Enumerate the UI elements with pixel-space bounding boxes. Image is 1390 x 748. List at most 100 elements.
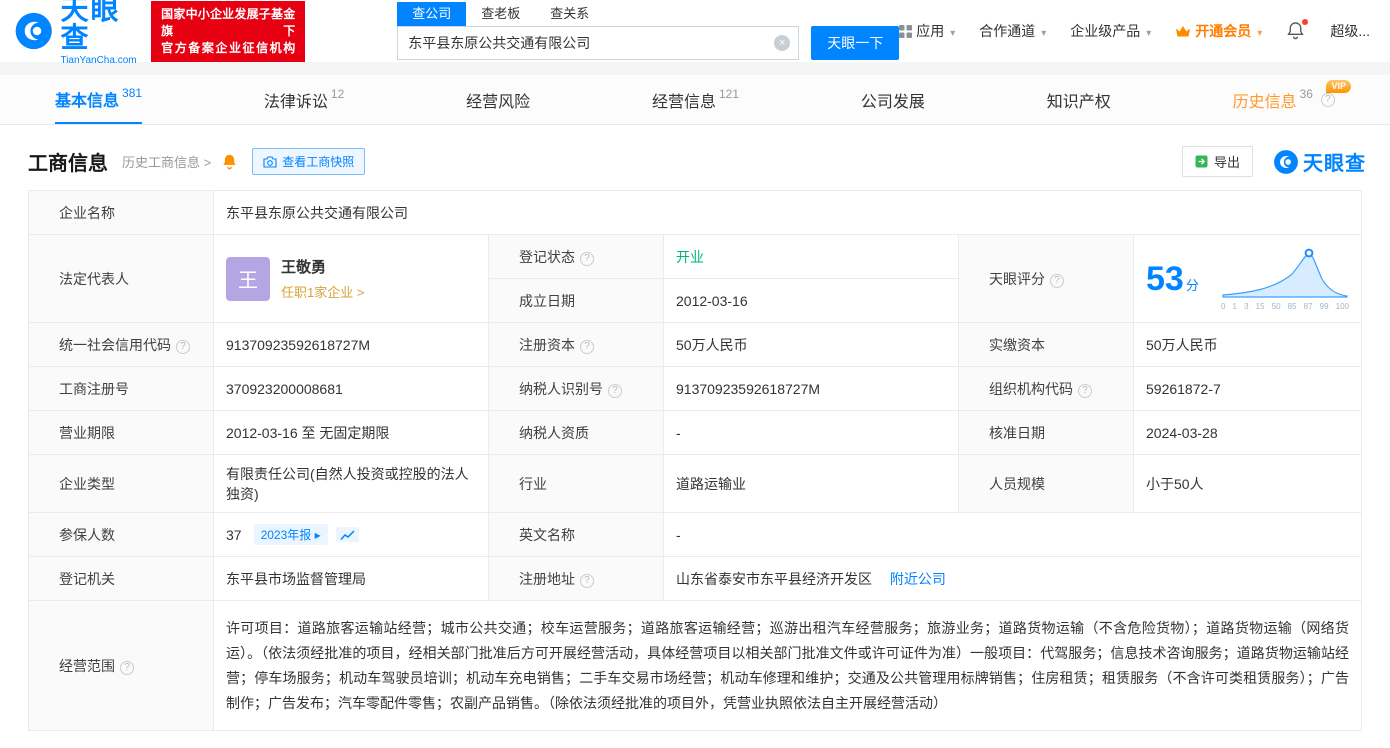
tianyancha-watermark: 天眼查: [1273, 147, 1366, 176]
insured-number: 37: [226, 526, 242, 543]
nav-super-vip[interactable]: 超级...: [1330, 21, 1370, 41]
brand-eye-icon: [15, 12, 52, 50]
help-icon[interactable]: [1320, 92, 1335, 107]
chevron-down-icon: [948, 23, 955, 39]
establish-date-label: 成立日期: [488, 278, 664, 323]
english-name-label: 英文名称: [488, 512, 664, 557]
nav-cooperation[interactable]: 合作通道: [979, 21, 1046, 41]
legal-rep-companies-link[interactable]: 任职1家企业 >: [281, 282, 364, 301]
nav-cooperation-label: 合作通道: [979, 23, 1036, 39]
tab-basic-info[interactable]: 基本信息 381: [55, 75, 143, 124]
help-icon[interactable]: [580, 251, 594, 266]
nav-apps[interactable]: 应用: [899, 21, 955, 41]
org-code-value: 59261872-7: [1133, 366, 1362, 411]
notification-dot: [1302, 19, 1309, 25]
field-label: 法定代表人: [59, 270, 129, 287]
legal-rep-avatar[interactable]: 王: [226, 256, 270, 301]
brand-name: 天眼查: [60, 0, 121, 53]
search-tab-company[interactable]: 查公司: [397, 2, 467, 26]
tianyancha-logo[interactable]: 天眼查 TianYanCha.com: [14, 0, 141, 66]
help-icon[interactable]: [1050, 273, 1064, 288]
score-axis-labels: 0 1 3 15 50 85 87 99 100: [1221, 301, 1349, 311]
insured-count-label: 参保人数: [28, 512, 214, 557]
business-scope-value: 许可项目：道路旅客运输站经营；城市公共交通；校车运营服务；道路旅客运输经营；巡游…: [213, 600, 1362, 731]
help-icon[interactable]: [1078, 383, 1092, 398]
search-tab-relation[interactable]: 查关系: [535, 2, 604, 26]
address-text: 山东省泰安市东平县经济开发区: [676, 570, 872, 587]
field-label: 经营范围: [59, 657, 115, 674]
table-row: 企业名称 东平县东原公共交通有限公司: [28, 190, 1362, 235]
watermark-text: 天眼查: [1303, 153, 1366, 175]
notifications-bell[interactable]: [1286, 19, 1309, 41]
table-row: 统一社会信用代码 91370923592618727M 注册资本 50万人民币 …: [28, 322, 1362, 367]
table-row: 企业类型 有限责任公司(自然人投资或控股的法人独资) 行业 道路运输业 人员规模…: [28, 454, 1362, 513]
field-label: 注册地址: [519, 570, 575, 587]
history-business-info-link[interactable]: 历史工商信息 >: [122, 152, 211, 171]
business-term-value: 2012-03-16 至 无固定期限: [213, 410, 489, 455]
help-icon[interactable]: [580, 573, 594, 588]
score-curve: [1222, 248, 1348, 298]
help-icon[interactable]: [176, 339, 190, 354]
credit-code-value: 91370923592618727M: [213, 322, 489, 367]
annual-report-tag[interactable]: 2023年报 ▸: [253, 524, 328, 545]
field-label: 登记机关: [59, 570, 115, 587]
legal-rep-name-link[interactable]: 王敬勇: [281, 256, 364, 277]
score-distribution-chart: 0 1 3 15 50 85 87 99 100: [1221, 247, 1349, 311]
tab-operation-risk[interactable]: 经营风险: [466, 75, 530, 124]
search-button[interactable]: 天眼一下: [811, 26, 900, 60]
search-tab-boss[interactable]: 查老板: [466, 2, 535, 26]
export-button[interactable]: 导出: [1181, 146, 1253, 177]
table-row: 参保人数 37 2023年报 ▸ 英文名称 -: [28, 512, 1362, 557]
tab-count: 12: [330, 86, 345, 101]
alert-bell-icon[interactable]: [221, 153, 238, 170]
table-row: 登记机关 东平县市场监督管理局 注册地址 山东省泰安市东平县经济开发区 附近公司: [28, 556, 1362, 601]
tab-company-development[interactable]: 公司发展: [861, 75, 925, 124]
tab-label: 经营信息: [651, 93, 716, 111]
org-code-label: 组织机构代码: [958, 366, 1134, 411]
export-icon: [1195, 155, 1208, 168]
field-label: 行业: [519, 475, 547, 492]
reg-authority-label: 登记机关: [28, 556, 214, 601]
table-row: 法定代表人 王 王敬勇 任职1家企业 > 登记状态 开业 天眼评分 53分: [28, 234, 1362, 323]
brand-eye-icon: [1274, 149, 1298, 174]
trend-chart-icon[interactable]: [335, 527, 359, 542]
field-label: 登记状态: [519, 248, 575, 265]
paid-capital-value: 50万人民币: [1133, 322, 1362, 367]
company-name-label: 企业名称: [28, 190, 214, 235]
nav-open-vip[interactable]: 开通会员: [1175, 21, 1262, 41]
company-type-label: 企业类型: [28, 454, 214, 513]
field-label: 纳税人识别号: [519, 380, 603, 397]
field-label: 企业类型: [59, 475, 115, 492]
score-unit: 分: [1185, 277, 1199, 293]
nav-enterprise-label: 企业级产品: [1070, 23, 1141, 39]
tab-legal-litigation[interactable]: 法律诉讼 12: [264, 75, 344, 124]
search-input[interactable]: [397, 26, 800, 60]
score-value-cell: 53 分 0 1 3 15 50 85 87 99 100: [1133, 234, 1362, 323]
company-name-value: 东平县东原公共交通有限公司: [213, 190, 1362, 235]
table-row: 工商注册号 370923200008681 纳税人识别号 91370923592…: [28, 366, 1362, 411]
tab-label: 经营风险: [466, 93, 531, 111]
chevron-down-icon: [1255, 23, 1262, 39]
nav-enterprise-products[interactable]: 企业级产品: [1070, 21, 1151, 41]
help-icon[interactable]: [120, 660, 134, 675]
reg-status-label: 登记状态: [488, 234, 664, 279]
score-value: 53: [1146, 259, 1184, 298]
tab-history-info[interactable]: 历史信息 36 VIP: [1233, 75, 1351, 124]
tab-business-info[interactable]: 经营信息 121: [652, 75, 739, 124]
field-label: 天眼评分: [989, 270, 1045, 287]
help-icon[interactable]: [608, 383, 622, 398]
nav-vip-label: 开通会员: [1195, 23, 1252, 39]
tab-intellectual-property[interactable]: 知识产权: [1047, 75, 1111, 124]
taxpayer-id-value: 91370923592618727M: [663, 366, 959, 411]
business-scope-text: 许可项目：道路旅客运输站经营；城市公共交通；校车运营服务；道路旅客运输经营；巡游…: [226, 619, 1349, 711]
help-icon[interactable]: [580, 339, 594, 354]
brand-text: 天眼查 TianYanCha.com: [60, 0, 141, 66]
section-header: 工商信息 历史工商信息 > 查看工商快照 导出 天眼查: [0, 125, 1390, 190]
view-business-snapshot-button[interactable]: 查看工商快照: [252, 148, 366, 175]
field-label: 成立日期: [519, 292, 575, 309]
reg-authority-value: 东平县市场监督管理局: [213, 556, 489, 601]
english-name-value: -: [663, 512, 1362, 557]
insured-count-value: 37 2023年报 ▸: [213, 512, 489, 557]
taxpayer-id-label: 纳税人识别号: [488, 366, 664, 411]
nearby-companies-link[interactable]: 附近公司: [890, 571, 946, 587]
